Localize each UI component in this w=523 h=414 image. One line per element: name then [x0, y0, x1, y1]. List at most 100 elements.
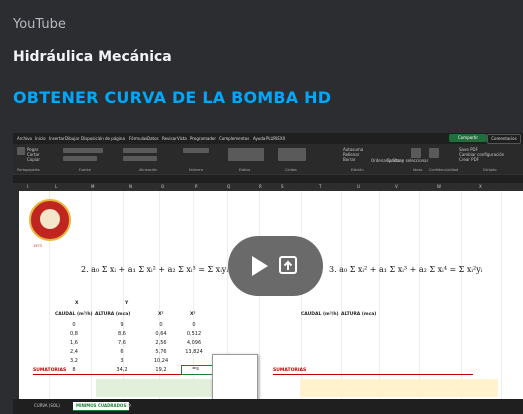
column-header: N — [129, 184, 132, 189]
ribbon-group-label: Alineación — [139, 168, 158, 172]
ribbon-tab: Revisar — [162, 136, 177, 141]
video-thumbnail[interactable]: Archivo Inicio Insertar Dibujar Disposic… — [13, 133, 523, 414]
active-cell[interactable]: =s — [181, 365, 213, 375]
ribbon-group-label: Ideas — [413, 168, 423, 172]
table-cell: 3 — [120, 358, 124, 364]
ribbon-tool: Borrar — [343, 157, 356, 162]
table-cell: 8,6 — [118, 331, 126, 337]
logo-emblem — [40, 209, 60, 229]
column-header: I — [27, 184, 29, 189]
table-header: ALTURA (mca) — [95, 312, 131, 317]
comments-button: Comentarios — [487, 134, 521, 144]
paste-icon — [17, 147, 25, 155]
excel-ribbon-tabs: Archivo Inicio Insertar Dibujar Disposic… — [13, 133, 523, 144]
gridline — [419, 191, 420, 399]
table-cell: 3,2 — [70, 358, 78, 364]
sheet-tab-active[interactable]: MINIMOS CUADRADOS — [73, 402, 130, 411]
highlight-band-yellow — [300, 379, 498, 397]
number-format-icon — [183, 148, 209, 153]
table-cell: 0,64 — [155, 331, 167, 337]
column-header: T — [319, 184, 322, 189]
ideas-icon — [411, 148, 421, 158]
alignment-icon — [123, 148, 157, 153]
column-header: M — [91, 184, 95, 189]
ribbon-group-label: Fuente — [79, 168, 91, 172]
sum-cell: 19,2 — [155, 367, 167, 373]
table-header: CAUDAL (m³/h) — [55, 312, 93, 317]
ribbon-tool: Crear PDF — [459, 157, 479, 162]
sheet-tab[interactable]: CURVA (SOL) — [31, 402, 63, 410]
sum-cell: 34,2 — [116, 367, 128, 373]
ribbon-tab: Archivo — [17, 136, 32, 141]
play-icon — [252, 256, 268, 276]
add-sheet-icon[interactable]: ⊕ — [123, 402, 134, 410]
column-header: P — [195, 184, 198, 189]
ribbon-group-label: Portapapeles — [17, 168, 40, 172]
embed-provider[interactable]: YouTube — [13, 17, 66, 32]
table-cell: 4,096 — [186, 340, 202, 346]
ribbon-tab: Datos — [147, 136, 159, 141]
table-cell: 10,24 — [153, 358, 169, 364]
ribbon-tool: Copiar — [27, 157, 40, 162]
column-header: U — [357, 184, 360, 189]
table-cell: 0 — [159, 322, 163, 328]
ribbon-group-label: Número — [189, 168, 203, 172]
table-cell: 0 — [192, 322, 196, 328]
column-top-header: Y — [125, 301, 129, 306]
table-cell: 9 — [120, 322, 124, 328]
column-header: Q — [227, 184, 231, 189]
column-header: V — [395, 184, 398, 189]
gridline — [341, 191, 342, 399]
font-style-icon — [63, 156, 97, 161]
gridline — [461, 191, 462, 399]
embed-title-link[interactable]: OBTENER CURVA DE LA BOMBA HD — [13, 88, 331, 107]
table-cell: 2,56 — [155, 340, 167, 346]
ribbon-tab: Vista — [177, 136, 187, 141]
table-cell: 6 — [120, 349, 124, 355]
sum-label: SUMATORIAS — [273, 368, 307, 373]
column-top-header: X — [75, 301, 79, 306]
active-cell-content: =s — [192, 366, 199, 372]
ribbon-tab: Disposición de página — [81, 136, 125, 141]
ribbon-tab: PLURIEXX — [266, 136, 286, 141]
ribbon-group-label: Estilos — [239, 168, 251, 172]
column-header: R — [259, 184, 262, 189]
table-cell: 2,4 — [70, 349, 78, 355]
ribbon-tab: Insertar — [49, 136, 65, 141]
table-header: ALTURA (mca) — [341, 312, 377, 317]
share-button: Compartir — [449, 134, 487, 142]
table-header: CAUDAL (m³/h) — [301, 312, 339, 317]
table-cell: 1,6 — [70, 340, 78, 346]
highlight-band-green — [96, 379, 218, 397]
ribbon-tab: Ayuda — [253, 136, 266, 141]
gridline — [501, 191, 502, 399]
play-button[interactable] — [228, 236, 323, 296]
column-header: S — [281, 184, 284, 189]
styles-icon — [228, 148, 264, 161]
ribbon-tab: Fórmulas — [129, 136, 148, 141]
table-cell: 0 — [72, 322, 76, 328]
font-selector-icon — [63, 148, 103, 153]
sum-underline — [273, 374, 473, 375]
alignment-icon — [123, 156, 157, 161]
logo-year: 1973 — [33, 244, 42, 248]
sheet-tabs: CURVA (SOL) MINIMOS CUADRADOS ⊕ — [13, 399, 523, 414]
embed-author[interactable]: Hidráulica Mecánica — [13, 49, 172, 65]
equation-2: 2. a₀ Σ xᵢ + a₁ Σ xᵢ² + a₂ Σ xᵢ³ = Σ xᵢy… — [81, 265, 228, 274]
table-cell: 7,6 — [118, 340, 126, 346]
cells-icon — [278, 148, 306, 161]
sum-cell: 8 — [72, 367, 76, 373]
university-logo — [29, 199, 71, 241]
column-header: O — [161, 184, 165, 189]
column-header: L — [55, 184, 58, 189]
ribbon-group-label: Confidencialidad — [429, 168, 459, 172]
ribbon-tool: Buscar y seleccionar — [387, 158, 429, 163]
table-cell: 13,824 — [185, 349, 203, 355]
column-header: X — [479, 184, 482, 189]
sensitivity-icon — [429, 148, 439, 158]
table-header: X² — [158, 312, 164, 317]
table-cell: 0,8 — [70, 331, 78, 337]
ribbon-tab: Programador — [190, 136, 216, 141]
ribbon-tab: Inicio — [35, 136, 46, 141]
ribbon-tab: Dibujar — [65, 136, 80, 141]
